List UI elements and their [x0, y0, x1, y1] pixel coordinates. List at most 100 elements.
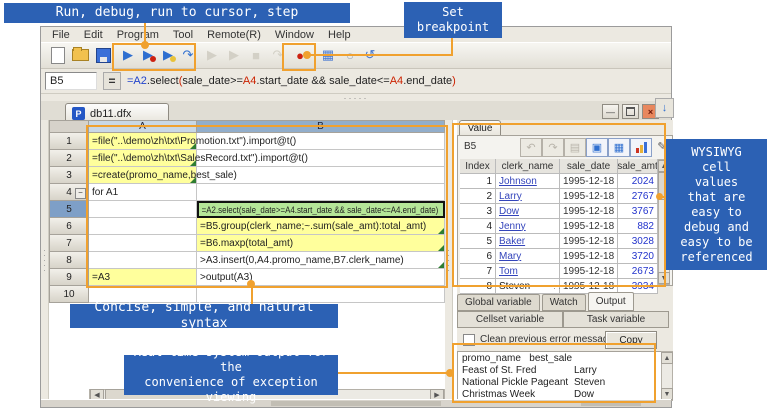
col-sale-amt[interactable]: sale_amt — [618, 159, 658, 173]
debug-icon[interactable]: ▶ — [139, 46, 157, 64]
cell-B7[interactable]: =B6.maxp(total_amt) — [197, 235, 445, 252]
clerk-name-link[interactable]: Jenny — [496, 219, 560, 233]
esproc-logo-icon: P — [72, 107, 85, 120]
horizontal-splitter[interactable]: ····· — [41, 94, 671, 101]
cell-A7[interactable] — [89, 235, 197, 252]
grid-corner-cell[interactable] — [49, 120, 89, 133]
run-to-cursor-icon[interactable]: ▶ — [159, 46, 177, 64]
debug-dot — [150, 56, 156, 62]
clerk-name-link[interactable]: Larry — [496, 189, 560, 203]
row-header-7[interactable]: 7 — [49, 235, 89, 252]
table-row[interactable]: 2Larry1995-12-18 ..2767 — [460, 189, 658, 204]
panel-splitter-dots[interactable]: ····· — [553, 285, 578, 291]
table-view-icon[interactable]: ▦ — [608, 138, 630, 157]
row-header-9[interactable]: 9 — [49, 269, 89, 286]
tab-task-variable[interactable]: Task variable — [563, 311, 669, 328]
cell-A6[interactable] — [89, 218, 197, 235]
collapse-toggle-icon[interactable]: − — [75, 188, 86, 199]
table-row[interactable]: 4Jenny1995-12-18 ..882 — [460, 219, 658, 234]
menu-edit[interactable]: Edit — [77, 29, 110, 41]
formula-input[interactable]: =A2.select(sale_date>=A4.start_date && s… — [127, 75, 456, 87]
tab-output[interactable]: Output — [588, 292, 634, 311]
clerk-name-link[interactable]: Tom — [496, 264, 560, 278]
cell-A9-text: =A3 — [89, 272, 110, 283]
redo-icon: ↷ — [542, 138, 564, 157]
sale-date: 1995-12-18 .. — [560, 204, 618, 218]
cell-A9[interactable]: =A3 — [89, 269, 197, 286]
sale-date: 1995-12-18 .. — [560, 189, 618, 203]
formula-seg: =A2 — [127, 75, 147, 87]
row-header-1[interactable]: 1 — [49, 133, 89, 150]
cell-B5-selected[interactable]: =A2.select(sale_date>=A4.start_date && s… — [197, 201, 445, 218]
scroll-down-icon[interactable]: ▼ — [658, 272, 670, 284]
clerk-name-link[interactable]: Baker — [496, 234, 560, 248]
minimize-icon[interactable]: — — [602, 104, 619, 119]
left-splitter-dots: · · · · · — [42, 248, 47, 273]
table-row[interactable]: 3Dow1995-12-18 ..3767 — [460, 204, 658, 219]
cell-A1[interactable]: =file("..\demo\zh\txt\Promotion.txt").im… — [89, 133, 197, 150]
clerk-name-link[interactable]: Mary — [496, 249, 560, 263]
middle-splitter-strip[interactable]: · · · · · — [445, 120, 453, 401]
row-index: 2 — [460, 189, 496, 203]
chart-icon[interactable] — [630, 138, 652, 157]
menu-remote[interactable]: Remote(R) — [200, 29, 268, 41]
cell-A3[interactable]: =create(promo_name,best_sale) — [89, 167, 197, 184]
disabled-tool-icon-2: ▶ — [225, 46, 243, 64]
cell-A5[interactable] — [89, 201, 197, 218]
tab-cellset-variable[interactable]: Cellset variable — [457, 311, 563, 328]
tab-watch[interactable]: Watch — [542, 294, 586, 311]
col-index[interactable]: Index — [460, 159, 496, 173]
clerk-name-link[interactable]: Dow — [496, 204, 560, 218]
equals-button[interactable]: = — [103, 72, 121, 90]
sale-date: 1995-12-18 .. — [560, 249, 618, 263]
col-clerk-name[interactable]: clerk_name — [496, 159, 560, 173]
copy-button[interactable]: Copy — [605, 331, 657, 349]
menu-window[interactable]: Window — [268, 29, 321, 41]
row-header-3[interactable]: 3 — [49, 167, 89, 184]
menu-file[interactable]: File — [45, 29, 77, 41]
formula-expand-icon[interactable]: ↓ — [655, 98, 674, 118]
save-icon[interactable] — [94, 46, 112, 64]
table-row[interactable]: 5Baker1995-12-18 ..3028 — [460, 234, 658, 249]
chart-bar — [640, 145, 643, 153]
run-icon[interactable]: ▶ — [119, 46, 137, 64]
row-header-8[interactable]: 8 — [49, 252, 89, 269]
cell-B9[interactable]: >output(A3) — [197, 269, 445, 286]
table-row[interactable]: 6Mary1995-12-18 ..3720 — [460, 249, 658, 264]
menu-tool[interactable]: Tool — [166, 29, 200, 41]
cell-A8[interactable] — [89, 252, 197, 269]
scroll-up-icon[interactable]: ▲ — [661, 352, 673, 364]
grid-row-8: 8 >A3.insert(0,A4.promo_name,B7.clerk_na… — [49, 252, 445, 269]
cell-reference-input[interactable]: B5 — [45, 72, 97, 90]
menu-program[interactable]: Program — [110, 29, 166, 41]
row-header-4[interactable]: 4− — [49, 184, 89, 201]
menu-help[interactable]: Help — [321, 29, 358, 41]
value-panel-body: B5 ↶ ↷ ▤ ▣ ▦ ✎ Index clerk_name sale_ — [457, 135, 673, 286]
col-sale-date[interactable]: sale_date — [560, 159, 618, 173]
new-file-icon[interactable] — [49, 46, 67, 64]
column-header-a[interactable]: A — [89, 120, 197, 133]
tab-global-variable[interactable]: Global variable — [457, 294, 540, 311]
cell-B6[interactable]: =B5.group(clerk_name;~.sum(sale_amt):tot… — [197, 218, 445, 235]
cell-A4[interactable]: for A1 — [89, 184, 197, 201]
grid-row-7: 7 =B6.maxp(total_amt) — [49, 235, 445, 252]
tab-value[interactable]: Value — [459, 120, 501, 136]
cell-A2[interactable]: =file("..\demo\zh\txt\SalesRecord.txt").… — [89, 150, 197, 167]
table-row[interactable]: 1Johnson1995-12-18 ..2024 — [460, 174, 658, 189]
output-console[interactable]: promo_name best_sale Feast of St. FredLa… — [457, 351, 665, 401]
row-header-2[interactable]: 2 — [49, 150, 89, 167]
clean-error-checkbox[interactable] — [463, 334, 475, 346]
column-header-b[interactable]: B — [197, 120, 445, 133]
row-header-5-selected[interactable]: 5 — [49, 201, 89, 218]
cell-B8[interactable]: >A3.insert(0,A4.promo_name,B7.clerk_name… — [197, 252, 445, 269]
step-icon[interactable]: ↷ — [179, 46, 197, 64]
row-header-6[interactable]: 6 — [49, 218, 89, 235]
cell-B4[interactable] — [197, 184, 445, 201]
output-scrollbar[interactable]: ▲ ▼ — [661, 351, 673, 401]
open-folder-icon[interactable] — [71, 46, 89, 64]
left-splitter-strip[interactable]: · · · · · — [41, 120, 49, 401]
clerk-name-link[interactable]: Johnson — [496, 174, 560, 188]
table-row[interactable]: 7Tom1995-12-18 ..2673 — [460, 264, 658, 279]
restore-icon[interactable] — [622, 104, 639, 119]
copy-value-icon[interactable]: ▣ — [586, 138, 608, 157]
